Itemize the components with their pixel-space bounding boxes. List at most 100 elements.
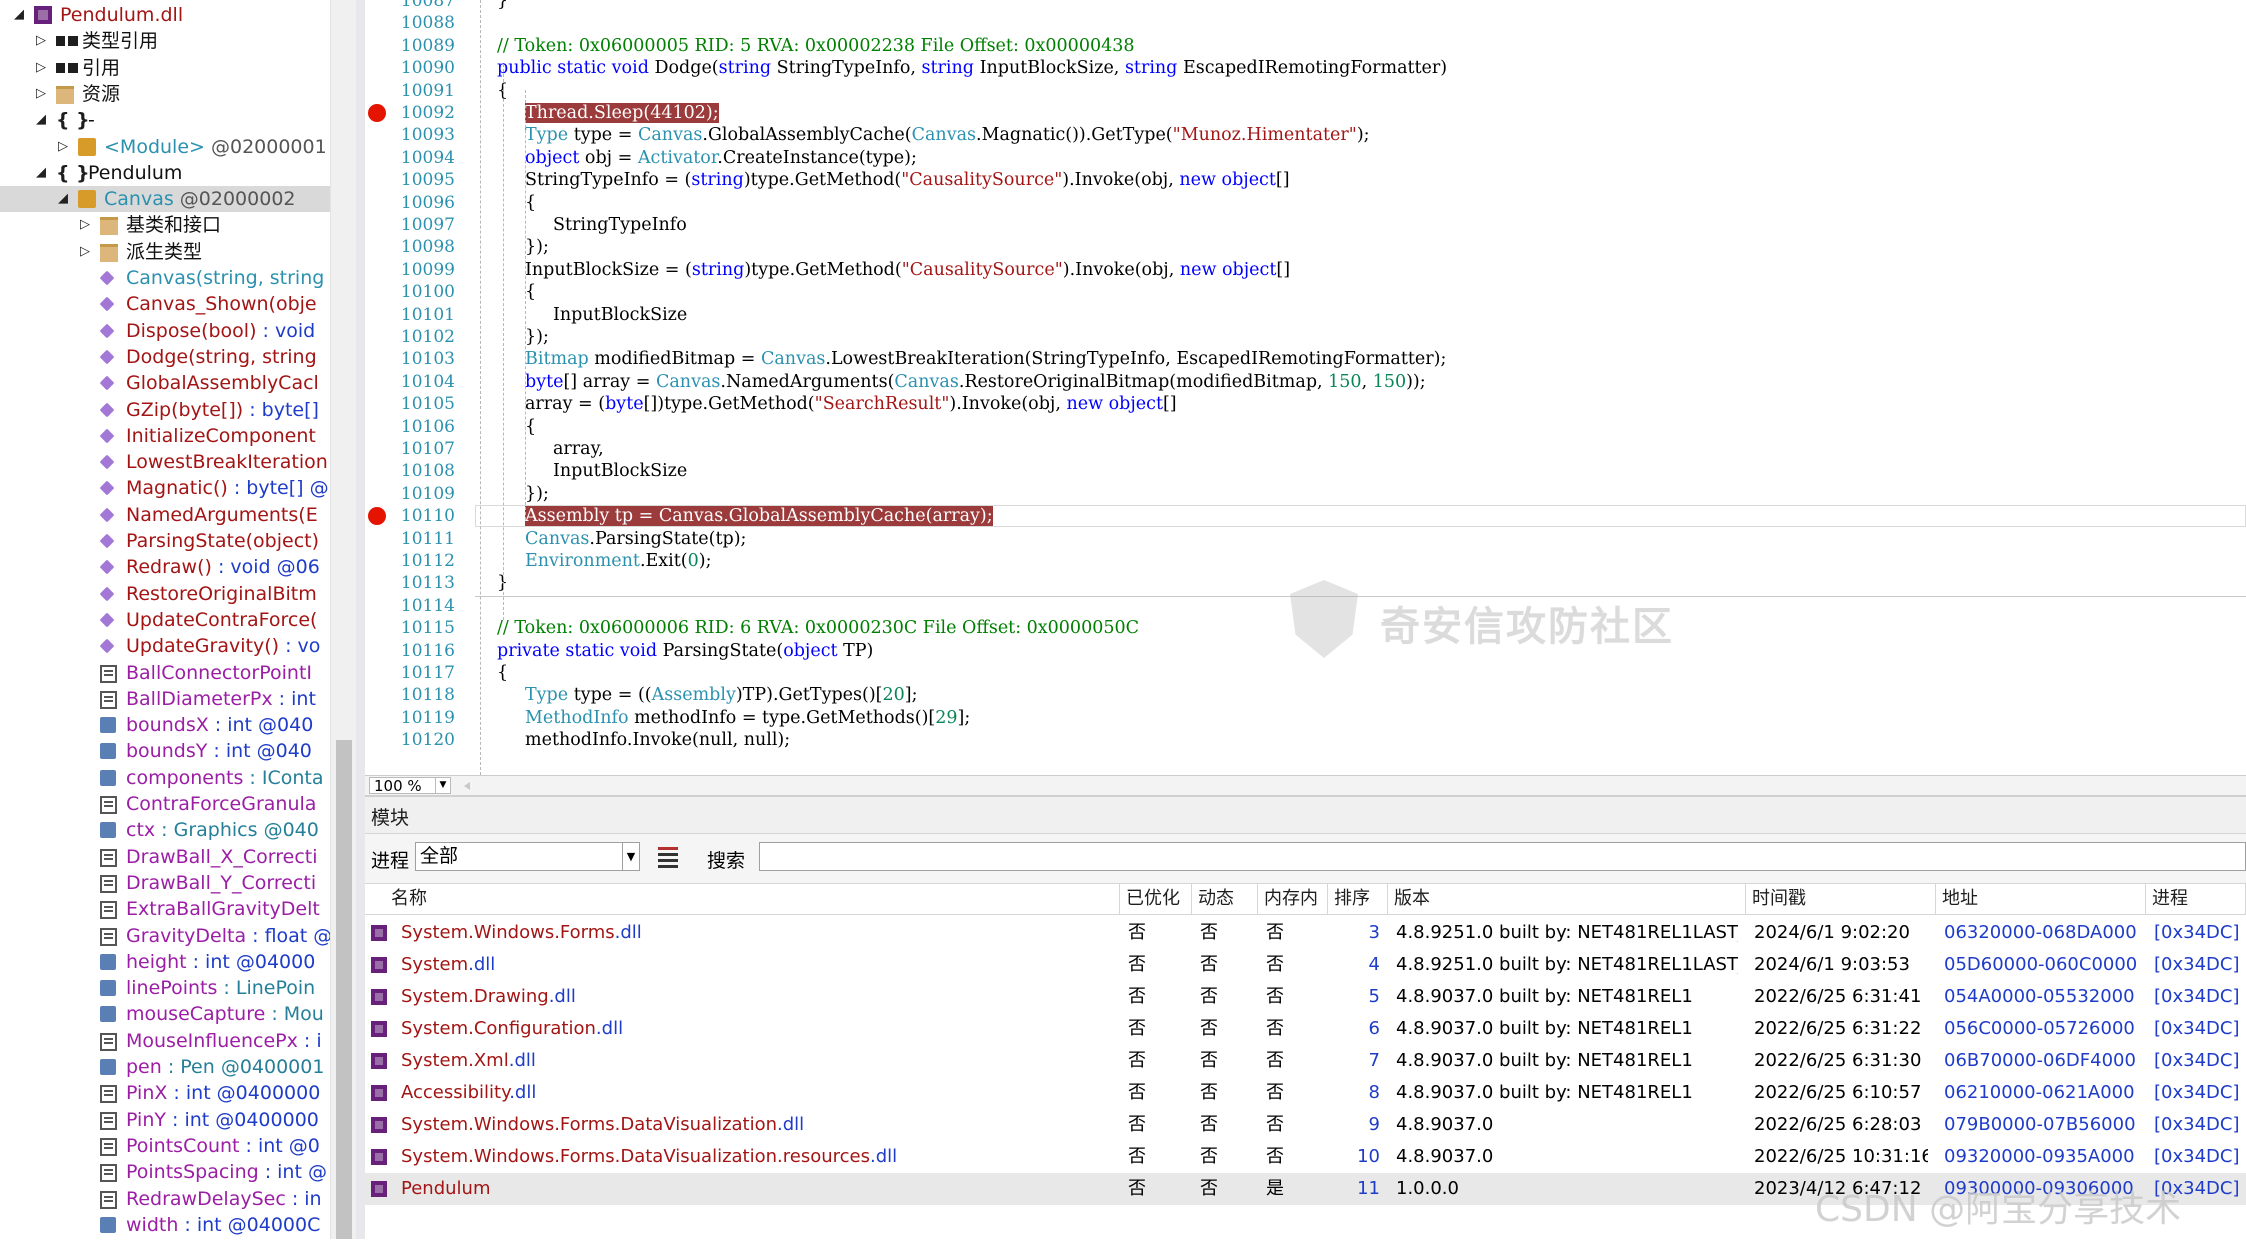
code-line[interactable]: { (525, 416, 536, 438)
module-row[interactable]: Pendulum 否 否 是 11 1.0.0.0 2023/4/12 6:47:12 093… (365, 1173, 2246, 1205)
tree-node[interactable]: pen : Pen @0400001 (0, 1054, 330, 1080)
code-line[interactable]: { (525, 192, 536, 214)
tree-node[interactable]: GZip(byte[]) : byte[] (0, 397, 330, 423)
breakpoint-icon[interactable] (368, 104, 386, 122)
expand-arrow-icon[interactable]: ▷ (78, 212, 92, 238)
tree-node[interactable]: mouseCapture : Mou (0, 1001, 330, 1027)
column-header[interactable]: 动态 (1192, 884, 1258, 914)
code-line[interactable]: // Token: 0x06000005 RID: 5 RVA: 0x00002… (497, 35, 1135, 57)
tree-node[interactable]: PinY : int @0400000 (0, 1107, 330, 1133)
code-line[interactable]: InputBlockSize (553, 460, 687, 482)
expand-arrow-icon[interactable]: ▷ (78, 239, 92, 265)
tree-node[interactable]: PointsCount : int @0 (0, 1133, 330, 1159)
code-line[interactable]: }); (525, 483, 549, 505)
code-line[interactable]: public static void Dodge(string StringTy… (497, 57, 1447, 79)
module-row[interactable]: System.Xml.dll 否 否 否 7 4.8.9037.0 built by: N… (365, 1045, 2246, 1077)
modules-panel-header[interactable]: 模块 (365, 797, 2246, 834)
editor-gutter[interactable]: 10087 10088 10089 10090 10091 10092 10093 10094… (365, 0, 470, 775)
code-text-area[interactable]: } // Token: 0x06000005 RID: 5 RVA: 0x0000… (475, 0, 2246, 775)
module-row[interactable]: System.Windows.Forms.DataVisualization.r… (365, 1141, 2246, 1173)
tree-node[interactable]: ▷ 基类和接口 (0, 212, 330, 238)
code-line[interactable]: byte[] array = Canvas.NamedArguments(Can… (525, 371, 1426, 393)
tree-node[interactable]: ◢ { } - (0, 107, 330, 133)
code-line[interactable]: // Token: 0x06000006 RID: 6 RVA: 0x00002… (497, 617, 1139, 639)
tree-node[interactable]: DrawBall_Y_Correcti (0, 870, 330, 896)
code-line[interactable]: } (497, 0, 508, 12)
collapse-arrow-icon[interactable]: ◢ (12, 2, 26, 28)
search-input[interactable] (759, 842, 2246, 871)
tree-node[interactable]: ExtraBallGravityDelt (0, 896, 330, 922)
tree-node[interactable]: ▷ 派生类型 (0, 239, 330, 265)
tree-scrollbar-thumb[interactable] (336, 740, 352, 1239)
module-row[interactable]: System.Configuration.dll 否 否 否 6 4.8.9037.0 b… (365, 1013, 2246, 1045)
tree-node[interactable]: ▷ 类型引用 (0, 28, 330, 54)
code-line[interactable]: StringTypeInfo (553, 214, 687, 236)
code-line[interactable]: Environment.Exit(0); (525, 550, 712, 572)
tree-node[interactable]: RestoreOriginalBitm (0, 581, 330, 607)
code-editor[interactable]: 10087 10088 10089 10090 10091 10092 10093 10094… (365, 0, 2246, 775)
tree-node[interactable]: UpdateContraForce( (0, 607, 330, 633)
module-row[interactable]: System.Windows.Forms.DataVisualization.d… (365, 1109, 2246, 1141)
code-line[interactable]: }); (525, 326, 549, 348)
column-header[interactable]: 内存内 (1258, 884, 1328, 914)
zoom-combobox[interactable]: 100 % ▼ (369, 777, 451, 795)
code-line[interactable]: Type type = Canvas.GlobalAssemblyCache(C… (525, 124, 1370, 146)
expand-arrow-icon[interactable]: ▷ (34, 28, 48, 54)
tree-node[interactable]: PointsSpacing : int @ (0, 1159, 330, 1185)
tree-node[interactable]: Redraw() : void @06 (0, 554, 330, 580)
tree-node[interactable]: Canvas(string, string (0, 265, 330, 291)
tree-node[interactable]: components : IConta (0, 765, 330, 791)
column-header[interactable]: 进程 (2146, 884, 2246, 914)
tree-node[interactable]: UpdateGravity() : vo (0, 633, 330, 659)
collapse-arrow-icon[interactable]: ◢ (34, 160, 48, 186)
expand-arrow-icon[interactable]: ▷ (34, 81, 48, 107)
column-header[interactable]: 版本 (1388, 884, 1746, 914)
tree-node[interactable]: DrawBall_X_Correcti (0, 844, 330, 870)
code-line[interactable]: Canvas.ParsingState(tp); (525, 528, 746, 550)
module-row[interactable]: System.dll 否 否 否 4 4.8.9251.0 built by: NET48… (365, 949, 2246, 981)
expand-arrow-icon[interactable]: ▷ (56, 134, 70, 160)
scroll-left-icon[interactable] (464, 782, 470, 790)
column-header[interactable]: 地址 (1936, 884, 2146, 914)
tree-node[interactable]: ▷ 引用 (0, 55, 330, 81)
collapse-arrow-icon[interactable]: ◢ (34, 107, 48, 133)
tree-node[interactable]: width : int @04000C (0, 1212, 330, 1238)
code-line[interactable]: InputBlockSize (553, 304, 687, 326)
tree-node[interactable]: ContraForceGranula (0, 791, 330, 817)
code-line[interactable]: Type type = ((Assembly)TP).GetTypes()[20… (525, 684, 918, 706)
code-line[interactable]: InputBlockSize = (string)type.GetMethod(… (525, 259, 1290, 281)
tree-node[interactable]: ▷ <Module> @02000001 (0, 134, 330, 160)
tree-node[interactable]: ◢ Pendulum.dll (0, 2, 330, 28)
tree-node[interactable]: MouseInfluencePx : i (0, 1028, 330, 1054)
tree-node[interactable]: PinX : int @0400000 (0, 1080, 330, 1106)
code-line[interactable]: array, (553, 438, 604, 460)
column-header[interactable]: 名称 (385, 884, 1120, 914)
tree-node[interactable]: BallDiameterPx : int (0, 686, 330, 712)
code-line[interactable]: MethodInfo methodInfo = type.GetMethods(… (525, 707, 970, 729)
process-select[interactable]: 全部 ▼ (415, 842, 640, 871)
tree-node[interactable]: GlobalAssemblyCacl (0, 370, 330, 396)
tree-node[interactable]: GravityDelta : float @ (0, 923, 330, 949)
column-header[interactable]: 排序 (1328, 884, 1388, 914)
code-line[interactable]: object obj = Activator.CreateInstance(ty… (525, 147, 917, 169)
tree-node[interactable]: Dispose(bool) : void (0, 318, 330, 344)
code-line[interactable]: }); (525, 236, 549, 258)
tree-node[interactable]: ParsingState(object) (0, 528, 330, 554)
tree-node[interactable]: height : int @04000 (0, 949, 330, 975)
tree-node[interactable]: NamedArguments(E (0, 502, 330, 528)
code-line[interactable]: { (497, 662, 508, 684)
code-line[interactable]: Thread.Sleep(44102); (525, 102, 719, 124)
module-row[interactable]: System.Drawing.dll 否 否 否 5 4.8.9037.0 built b… (365, 981, 2246, 1013)
tree-node[interactable]: ◢ { } Pendulum (0, 160, 330, 186)
horizontal-scrollbar[interactable] (460, 780, 2246, 792)
column-header[interactable]: 时间戳 (1746, 884, 1936, 914)
code-line[interactable]: Assembly tp = Canvas.GlobalAssemblyCache… (525, 505, 993, 527)
tree-node[interactable]: linePoints : LinePoin (0, 975, 330, 1001)
tree-node[interactable]: BallConnectorPointI (0, 660, 330, 686)
code-line[interactable]: Bitmap modifiedBitmap = Canvas.LowestBre… (525, 348, 1446, 370)
filter-list-button[interactable] (655, 843, 681, 869)
chevron-down-icon[interactable]: ▼ (435, 778, 450, 793)
tree-node[interactable]: LowestBreakIteration (0, 449, 330, 475)
code-line[interactable]: private static void ParsingState(object … (497, 640, 873, 662)
tree-node[interactable]: ▷ 资源 (0, 81, 330, 107)
